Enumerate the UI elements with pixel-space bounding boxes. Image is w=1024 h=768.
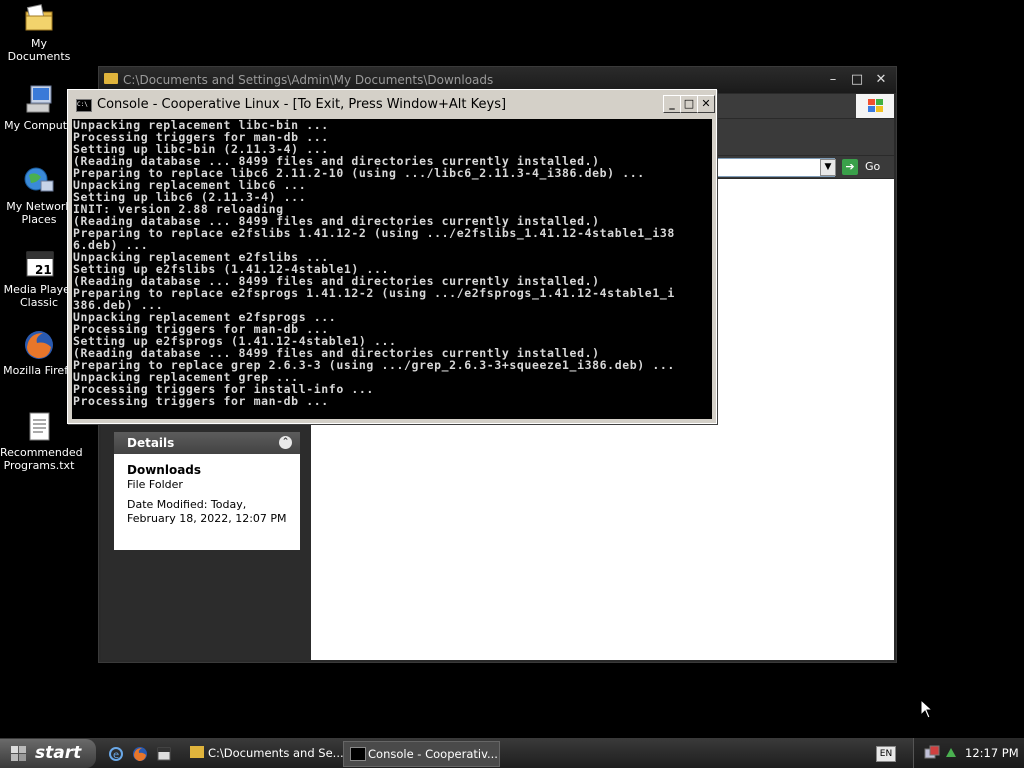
details-body: Downloads File Folder Date Modified: Tod… [114,454,300,550]
safely-remove-tray-icon[interactable] [944,745,958,761]
network-tray-icon[interactable] [924,745,940,761]
details-header[interactable]: Details ⌃ [114,432,300,454]
my-documents-icon [23,2,55,34]
terminal-line: Preparing to replace e2fsprogs 1.41.12-2… [73,286,675,300]
folder-icon [190,746,204,758]
console-close-button[interactable]: ✕ [697,95,715,113]
svg-text:21: 21 [35,263,52,277]
go-arrow-icon: ➔ [842,159,858,175]
go-button[interactable]: ➔ Go [841,158,891,176]
text-file-icon [23,411,55,443]
details-header-label: Details [127,436,175,450]
details-date-modified: Date Modified: Today, February 18, 2022,… [127,498,287,525]
terminal-line: Processing triggers for man-db ... [73,394,329,408]
mouse-cursor-icon [920,699,934,719]
console-minimize-button[interactable]: _ [663,95,681,113]
task-explorer[interactable]: C:\Documents and Se... [184,741,344,765]
clock: 12:17 PM [965,746,1019,760]
my-computer-icon [23,84,55,116]
desktop-icon-my-documents[interactable]: My Documents [0,2,78,63]
console-titlebar[interactable]: C:\ Console - Cooperative Linux - [To Ex… [69,91,715,117]
firefox-icon [23,329,55,361]
maximize-button[interactable]: □ [848,72,866,88]
console-maximize-button[interactable]: □ [680,95,698,113]
explorer-title: C:\Documents and Settings\Admin\My Docum… [123,73,494,87]
task-label: C:\Documents and Se... [208,746,344,760]
windows-flag-icon [11,746,26,761]
start-label: start [35,743,82,763]
media-player-icon: 21 [23,248,55,280]
language-indicator[interactable]: EN [876,746,896,762]
minimize-button[interactable]: – [824,72,842,88]
task-console[interactable]: Console - Cooperativ... [343,741,500,767]
internet-explorer-icon[interactable]: e [108,746,124,762]
details-name: Downloads [127,463,202,477]
go-label: Go [865,160,881,173]
terminal-line: Preparing to replace e2fslibs 1.41.12-2 … [73,226,675,240]
start-button[interactable]: start [0,739,96,768]
address-input[interactable] [713,158,835,177]
taskbar: start e C:\Documents and Se... Console -… [0,738,1024,768]
details-type: File Folder [127,478,183,491]
console-icon: C:\ [76,99,92,112]
terminal-output[interactable]: Unpacking replacement libc-bin ... Proces… [72,119,712,419]
console-icon [350,747,366,761]
close-button[interactable]: ✕ [872,72,890,88]
collapse-icon[interactable]: ⌃ [279,436,292,449]
folder-icon [104,73,118,84]
console-title: Console - Cooperative Linux - [To Exit, … [97,97,507,112]
svg-text:e: e [113,750,119,761]
windows-logo-icon [856,94,894,118]
console-window: C:\ Console - Cooperative Linux - [To Ex… [67,89,717,424]
desktop-icon-label: Recommended Programs.txt [0,446,83,472]
desktop-icon-label: My Documents [7,37,71,63]
task-label: Console - Cooperativ... [368,747,498,761]
details-panel: Details ⌃ Downloads File Folder Date Mod… [114,432,300,550]
media-player-quicklaunch-icon[interactable] [156,746,172,762]
network-places-icon [23,165,55,197]
chevron-down-icon[interactable]: ▼ [820,159,836,176]
firefox-quicklaunch-icon[interactable] [132,746,148,762]
